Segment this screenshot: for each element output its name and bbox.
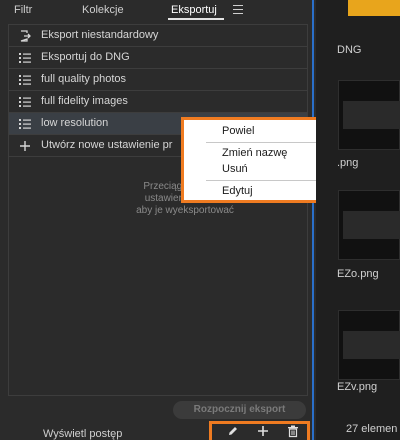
image-thumbnail[interactable] (338, 80, 400, 150)
active-tab-indicator (168, 18, 224, 20)
list-icon (19, 97, 31, 107)
list-icon (19, 119, 31, 129)
thumbnail-preview (343, 101, 400, 129)
item-count: 27 elemen (346, 423, 398, 435)
plus-icon[interactable] (256, 424, 270, 438)
preset-full-fidelity[interactable]: full fidelity images (9, 91, 307, 113)
preset-full-quality[interactable]: full quality photos (9, 69, 307, 91)
file-name: .png (337, 157, 359, 169)
list-icon (19, 53, 31, 63)
menu-item-duplicate[interactable]: Powiel (222, 125, 254, 137)
export-icon (20, 30, 31, 42)
preset-label: full quality photos (41, 73, 126, 85)
hamburger-menu-icon[interactable] (233, 5, 243, 14)
hint-line: aby je wyeksportować (136, 205, 234, 216)
pencil-icon[interactable] (226, 424, 240, 438)
thumbnail-preview (343, 211, 400, 239)
preset-label: low resolution (41, 117, 109, 129)
plus-icon (20, 141, 30, 151)
folder-thumbnail[interactable] (348, 0, 400, 16)
menu-item-delete[interactable]: Usuń (222, 163, 248, 175)
start-export-button[interactable]: Rozpocznij eksport (173, 401, 306, 419)
file-name: DNG (337, 44, 362, 56)
tab-export[interactable]: Eksportuj (171, 4, 217, 16)
panel-focus-border (312, 0, 314, 440)
show-progress-link[interactable]: Wyświetl postęp (43, 428, 122, 440)
preset-label: Utwórz nowe ustawienie pr (41, 139, 173, 151)
menu-item-edit[interactable]: Edytuj (222, 185, 253, 197)
panel-tabs: Filtr Kolekcje Eksportuj (0, 0, 312, 20)
file-name: EZv.png (337, 381, 378, 393)
image-thumbnail[interactable] (338, 190, 400, 260)
menu-item-rename[interactable]: Zmień nazwę (222, 147, 287, 159)
list-icon (19, 75, 31, 85)
tab-filter[interactable]: Filtr (14, 4, 32, 16)
export-panel: Filtr Kolekcje Eksportuj Eksport niestan… (0, 0, 316, 440)
preset-label: full fidelity images (41, 95, 128, 107)
image-thumbnail[interactable] (338, 310, 400, 380)
preset-label: Eksport niestandardowy (41, 29, 159, 41)
preset-label: Eksportuj do DNG (41, 51, 130, 63)
preset-export-dng[interactable]: Eksportuj do DNG (9, 47, 307, 69)
thumbnail-preview (343, 331, 400, 359)
tab-collections[interactable]: Kolekcje (82, 4, 124, 16)
trash-icon[interactable] (286, 424, 300, 438)
file-name: EZo.png (337, 268, 379, 280)
preset-custom-export[interactable]: Eksport niestandardowy (9, 25, 307, 47)
